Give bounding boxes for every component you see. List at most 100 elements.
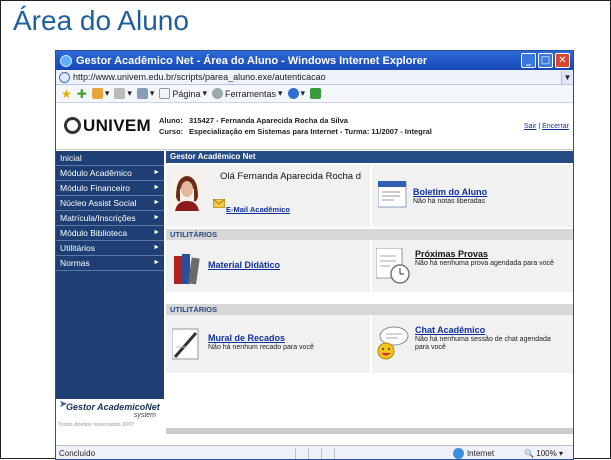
aluno-label: Aluno:: [159, 116, 183, 125]
nav-item-label: Módulo Acadêmico: [60, 168, 132, 178]
nav-item-label: Utilitários: [60, 243, 95, 253]
browser-window: Gestor Acadêmico Net - Área do Aluno - W…: [55, 50, 574, 460]
print-icon: [136, 88, 148, 99]
feeds-button[interactable]: ▾: [114, 88, 132, 99]
research-button[interactable]: [310, 88, 322, 99]
mural-cell[interactable]: Mural de Recados Não há nenhum recado pa…: [166, 315, 370, 373]
logo-circle-icon: [64, 117, 82, 134]
pen-paper-icon: [172, 328, 199, 360]
email-academico-link[interactable]: E-Mail Acadêmico: [226, 205, 290, 214]
favorites-star-icon[interactable]: ★: [61, 88, 72, 100]
utilitarios-header-1: UTILITÁRIOS: [166, 229, 573, 240]
home-icon: [91, 88, 103, 99]
command-bar: ★ ✚ ▾ ▾ ▾ Página ▾ Ferramentas ▾ ▾: [56, 85, 573, 103]
books-icon: [174, 254, 200, 285]
print-button[interactable]: ▾: [136, 88, 154, 99]
nav-item-label: Normas: [60, 258, 90, 268]
mural-desc: Não há nenhum recado para você: [208, 344, 314, 351]
nav-item-modulo-financeiro[interactable]: Módulo Financeiro ►: [56, 181, 164, 196]
mouse-cursor-icon: ➤: [59, 399, 68, 410]
copyright-text: Todos direitos reservados 2007: [58, 422, 135, 428]
close-button[interactable]: ✕: [555, 53, 570, 68]
globe-icon: [59, 71, 70, 83]
zoom-control[interactable]: 🔍 100% ▾: [524, 449, 563, 458]
page-content: UNIVEM Aluno: 315427 - Fernanda Aparecida…: [56, 103, 573, 445]
encerrar-link[interactable]: Encerrar: [542, 123, 569, 130]
chevron-right-icon: ►: [153, 229, 160, 236]
chevron-right-icon: ►: [153, 169, 160, 176]
add-favorites-icon[interactable]: ✚: [77, 88, 87, 100]
chat-academico-link[interactable]: Chat Acadêmico: [415, 325, 485, 335]
chevron-right-icon: ►: [153, 244, 160, 251]
boletim-cell[interactable]: Boletim do Aluno Não há notas liberadas: [370, 165, 573, 227]
greeting-text: Olá Fernanda Aparecida Rocha d: [220, 171, 362, 182]
logo-text: UNIVEM: [83, 115, 151, 135]
home-button[interactable]: ▾: [91, 88, 109, 99]
page-icon: [159, 88, 171, 99]
research-icon: [310, 88, 322, 99]
nav-item-label: Matrícula/Inscrições: [60, 213, 136, 223]
nav-item-label: Inicial: [60, 153, 82, 163]
chevron-right-icon: ►: [153, 214, 160, 221]
gear-icon: [211, 88, 223, 99]
url-text[interactable]: http://www.univem.edu.br/scripts/parea_a…: [73, 72, 326, 82]
page-menu-label: Página: [172, 88, 201, 99]
page-menu[interactable]: Página ▾: [159, 88, 207, 99]
chat-bubble-icon: [377, 326, 409, 360]
nav-item-modulo-academico[interactable]: Módulo Acadêmico ►: [56, 166, 164, 181]
boletim-icon: [378, 181, 407, 208]
header-links: Sair | Encerrar: [524, 123, 569, 130]
left-navigation: Inicial Módulo Acadêmico ► Módulo Finance…: [56, 151, 164, 445]
boletim-link[interactable]: Boletim do Aluno: [413, 187, 487, 197]
aluno-value: 315427 - Fernanda Aparecida Rocha da Sil…: [189, 116, 348, 125]
utilities-row-1: Material Didático Próximas Provas Não há…: [166, 240, 573, 294]
page-header: UNIVEM Aluno: 315427 - Fernanda Aparecida…: [56, 103, 573, 150]
tools-menu[interactable]: Ferramentas ▾: [211, 88, 283, 99]
provas-cell[interactable]: Próximas Provas Não há nenhuma prova age…: [370, 240, 573, 292]
student-photo: [172, 171, 202, 211]
security-zone[interactable]: Internet: [452, 448, 494, 459]
user-info: Aluno: 315427 - Fernanda Aparecida Rocha …: [151, 115, 432, 137]
sair-link[interactable]: Sair: [524, 123, 536, 130]
chat-desc: Não há nenhuma sessão de chat agendada p…: [415, 336, 551, 351]
chat-cell[interactable]: Chat Acadêmico Não há nenhuma sessão de …: [370, 315, 573, 373]
maximize-button[interactable]: □: [538, 53, 553, 68]
ie-icon: [60, 54, 72, 67]
univem-logo: UNIVEM: [56, 116, 151, 137]
chevron-right-icon: ►: [153, 199, 160, 206]
nav-item-nucleo-assist-social[interactable]: Núcleo Assist Social ►: [56, 196, 164, 211]
material-didatico-link[interactable]: Material Didático: [208, 260, 280, 270]
nav-item-utilitarios[interactable]: Utilitários ►: [56, 241, 164, 256]
nav-item-inicial[interactable]: Inicial: [56, 151, 164, 166]
mural-recados-link[interactable]: Mural de Recados: [208, 333, 285, 343]
welcome-cell: Olá Fernanda Aparecida Rocha d E-Mail Ac…: [166, 165, 370, 227]
window-titlebar: Gestor Acadêmico Net - Área do Aluno - W…: [56, 51, 573, 70]
proximas-provas-link[interactable]: Próximas Provas: [415, 249, 488, 259]
curso-label: Curso:: [159, 127, 184, 136]
nav-item-normas[interactable]: Normas ►: [56, 256, 164, 271]
calendar-clock-icon: [376, 248, 410, 284]
nav-footer: ➤ Gestor AcademicoNet system Todos direi…: [56, 399, 164, 445]
nav-item-modulo-biblioteca[interactable]: Módulo Biblioteca ►: [56, 226, 164, 241]
slide-title: Área do Aluno: [13, 5, 189, 36]
address-bar[interactable]: http://www.univem.edu.br/scripts/parea_a…: [56, 70, 573, 85]
header-link-separator: |: [538, 123, 541, 130]
envelope-icon: [213, 199, 225, 208]
material-cell[interactable]: Material Didático: [166, 240, 370, 292]
globe-zone-icon: [452, 448, 464, 459]
section-title: Gestor Acadêmico Net: [166, 151, 573, 163]
gestor-brand-sub: system: [133, 412, 156, 419]
zoom-icon: 🔍: [524, 449, 535, 458]
nav-item-label: Módulo Financeiro: [60, 183, 130, 193]
provas-desc: Não há nenhuma prova agendada para você: [415, 260, 554, 267]
address-dropdown-icon[interactable]: ▼: [561, 70, 573, 84]
utilitarios-header-2: UTILITÁRIOS: [166, 304, 573, 315]
welcome-row: Olá Fernanda Aparecida Rocha d E-Mail Ac…: [166, 165, 573, 229]
nav-item-matricula-inscricoes[interactable]: Matrícula/Inscrições ►: [56, 211, 164, 226]
nav-item-label: Núcleo Assist Social: [60, 198, 137, 208]
utilities-row-2: Mural de Recados Não há nenhum recado pa…: [166, 315, 573, 375]
chevron-right-icon: ►: [153, 184, 160, 191]
status-text: Concluído: [59, 449, 96, 458]
minimize-button[interactable]: _: [521, 53, 536, 68]
help-button[interactable]: ▾: [287, 88, 305, 99]
